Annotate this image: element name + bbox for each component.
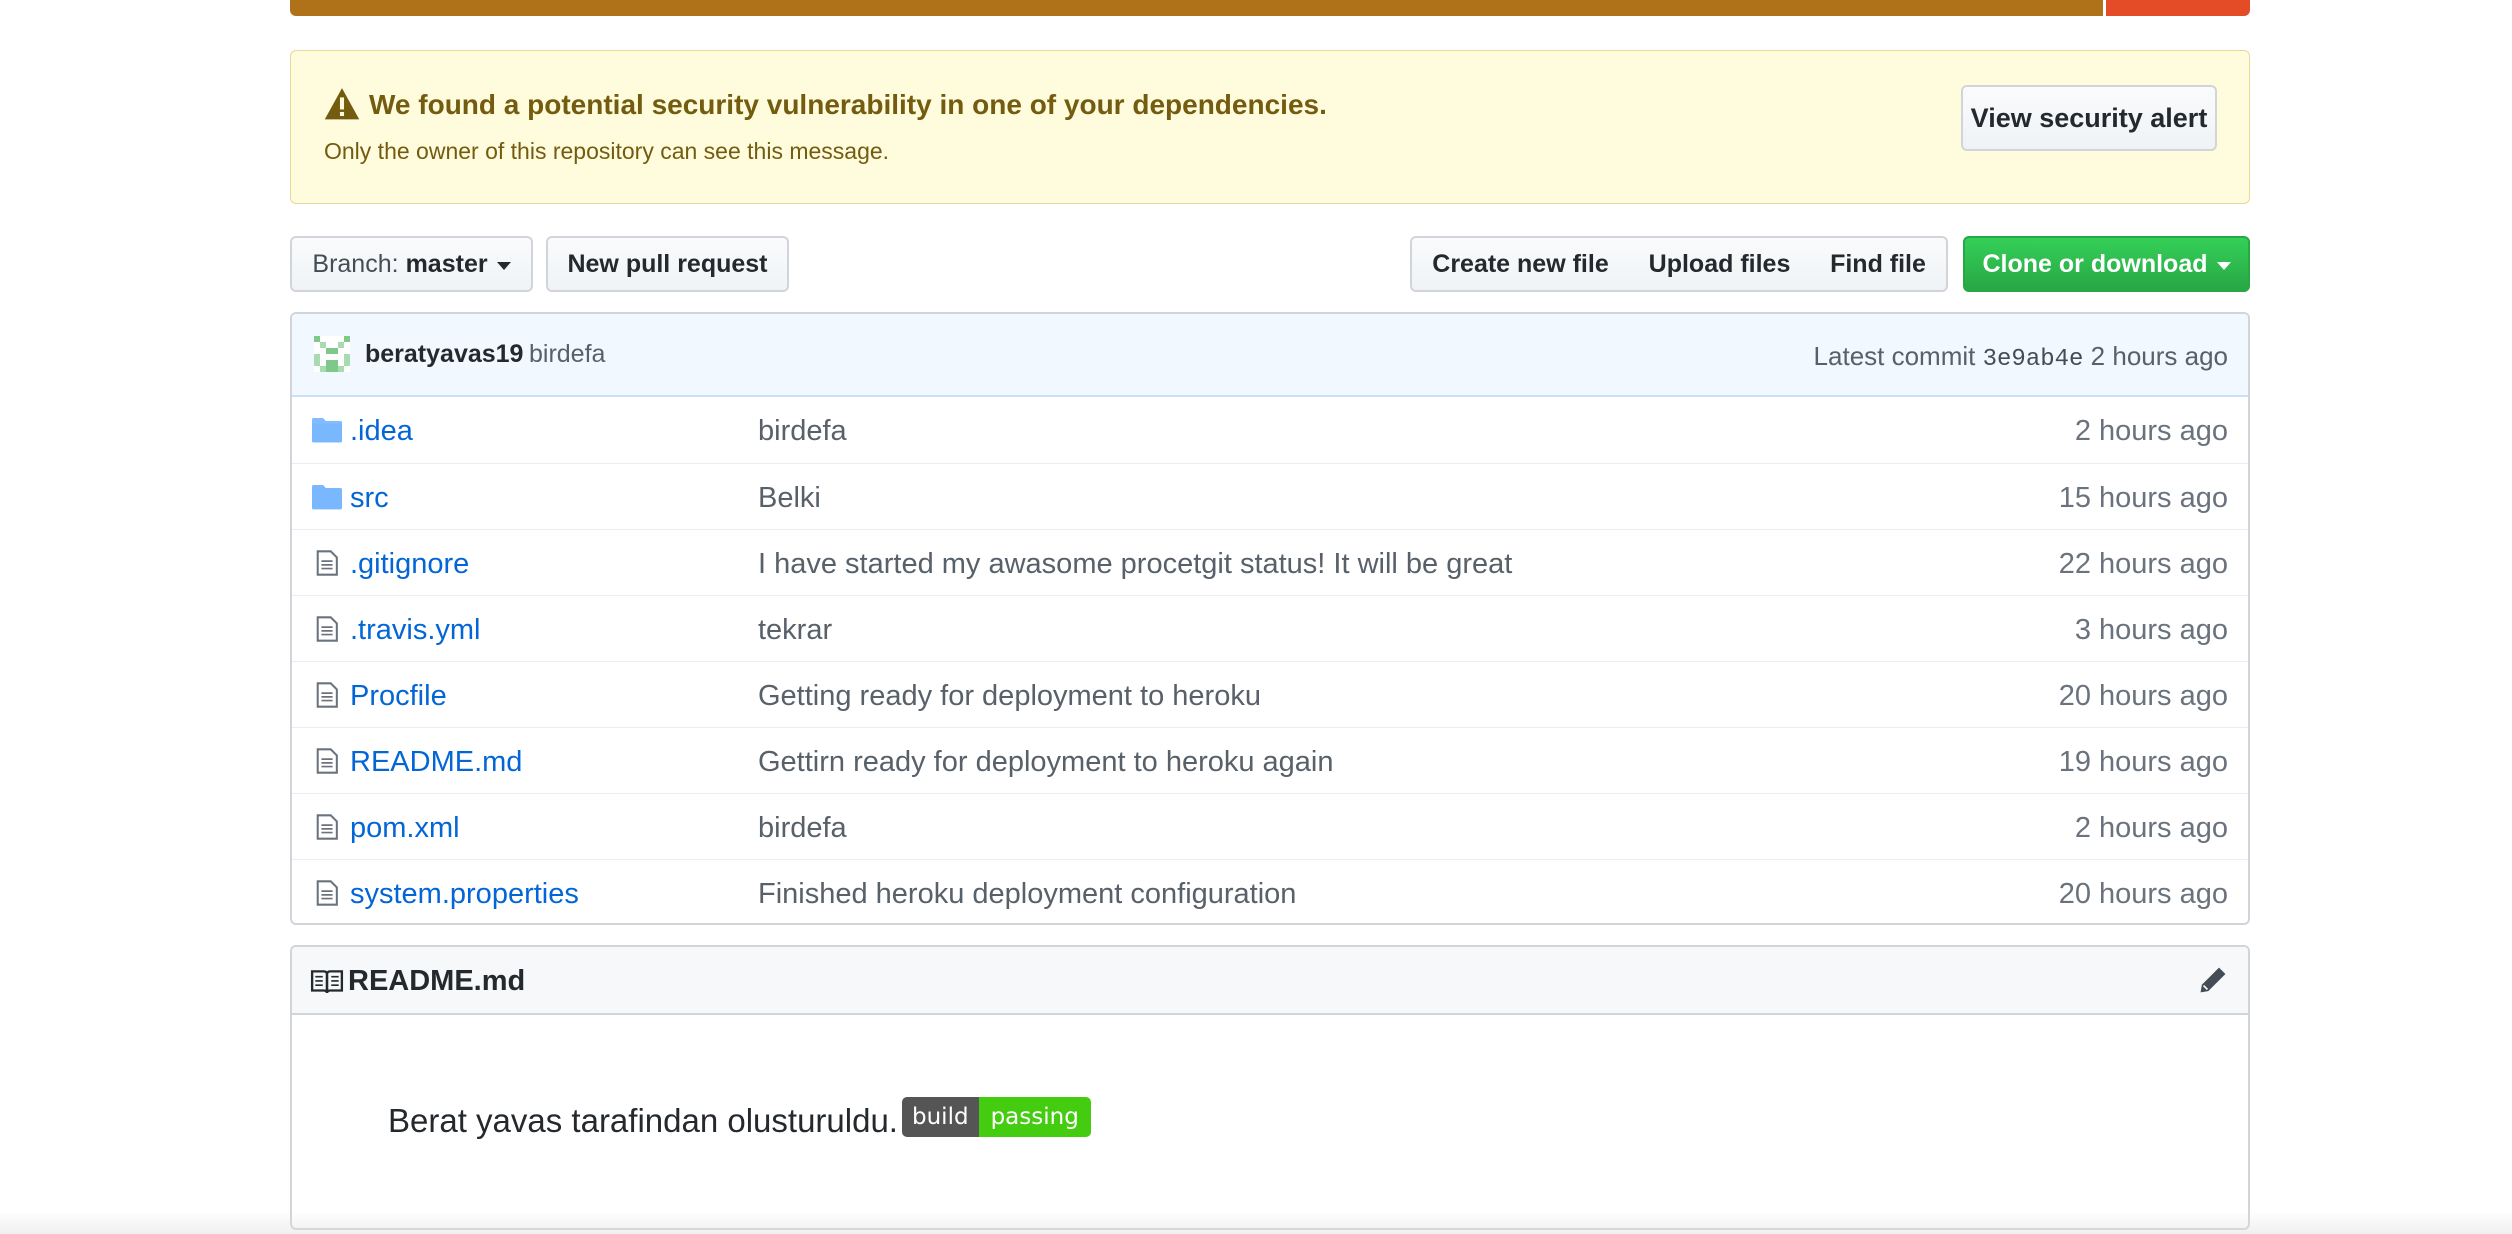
language-bar[interactable] [290, 0, 2250, 16]
alert-title: We found a potential security vulnerabil… [369, 89, 1327, 120]
file-commit-message-link[interactable]: birdefa [758, 415, 847, 448]
file-name-link[interactable]: .idea [350, 415, 413, 448]
file-icon [316, 814, 338, 840]
file-row: README.md Gettirn ready for deployment t… [292, 727, 2248, 793]
find-file-button[interactable]: Find file [1810, 236, 1948, 292]
file-icon [316, 748, 338, 774]
avatar[interactable] [314, 336, 350, 372]
badge-label: build [902, 1097, 979, 1137]
file-age: 15 hours ago [2058, 482, 2228, 514]
file-age: 2 hours ago [2074, 812, 2228, 844]
file-name-link[interactable]: src [350, 482, 389, 515]
file-commit-message-link[interactable]: I have started my awasome procetgit stat… [758, 548, 1512, 581]
caret-down-icon [496, 261, 511, 270]
build-status-badge[interactable]: build passing [902, 1097, 1091, 1137]
file-name-link[interactable]: pom.xml [350, 812, 460, 845]
view-security-alert-button[interactable]: View security alert [1961, 85, 2217, 151]
file-commit-message-link[interactable]: birdefa [758, 812, 847, 845]
file-row: src Belki 15 hours ago [292, 463, 2248, 529]
clone-or-download-button[interactable]: Clone or download [1963, 236, 2250, 292]
branch-value: master [405, 249, 488, 278]
language-segment-primary [290, 0, 2103, 16]
commit-sha-link[interactable]: 3e9ab4e [1983, 346, 2084, 373]
file-row: system.properties Finished heroku deploy… [292, 859, 2248, 923]
file-row: pom.xml birdefa 2 hours ago [292, 793, 2248, 859]
latest-commit-info: Latest commit 3e9ab4e 2 hours ago [1814, 341, 2228, 373]
language-segment-secondary [2106, 0, 2250, 16]
file-name-link[interactable]: Procfile [350, 680, 447, 713]
readme-header: README.md [292, 947, 2248, 1015]
file-commit-message-link[interactable]: Getting ready for deployment to heroku [758, 680, 1261, 713]
file-icon [316, 550, 338, 576]
security-alert-banner: We found a potential security vulnerabil… [290, 50, 2250, 204]
file-row: .idea birdefa 2 hours ago [292, 397, 2248, 463]
file-age: 22 hours ago [2058, 548, 2228, 580]
branch-label: Branch: [312, 249, 399, 278]
alert-triangle-icon [324, 88, 360, 120]
file-age: 20 hours ago [2058, 680, 2228, 712]
branch-select-button[interactable]: Branch: master [290, 236, 533, 292]
file-list: .idea birdefa 2 hours ago src Belki 15 h… [292, 397, 2248, 923]
file-age: 3 hours ago [2074, 614, 2228, 646]
folder-icon [312, 418, 342, 443]
file-age: 2 hours ago [2074, 415, 2228, 447]
file-row: Procfile Getting ready for deployment to… [292, 661, 2248, 727]
clone-or-download-label: Clone or download [1982, 249, 2208, 278]
book-icon [310, 970, 344, 994]
file-age: 20 hours ago [2058, 878, 2228, 910]
alert-subtitle: Only the owner of this repository can se… [324, 138, 890, 164]
file-commit-message-link[interactable]: Gettirn ready for deployment to heroku a… [758, 746, 1334, 779]
readme-panel: README.md Berat yavas tarafindan olustur… [290, 945, 2250, 1230]
latest-commit-bar: beratyavas19 birdefa Latest commit 3e9ab… [292, 314, 2248, 397]
commit-age: 2 hours ago [2090, 341, 2228, 371]
file-icon [316, 682, 338, 708]
file-name-link[interactable]: .gitignore [350, 548, 469, 581]
file-name-link[interactable]: .travis.yml [350, 614, 481, 647]
commit-author-link[interactable]: beratyavas19 [365, 340, 523, 369]
create-new-file-button[interactable]: Create new file [1410, 236, 1631, 292]
file-name-link[interactable]: system.properties [350, 878, 579, 911]
file-table: beratyavas19 birdefa Latest commit 3e9ab… [290, 312, 2250, 925]
readme-text: Berat yavas tarafindan olusturuldu. [388, 1102, 898, 1139]
caret-down-icon [2216, 261, 2231, 270]
latest-commit-label: Latest commit [1813, 341, 1976, 371]
file-row: .travis.yml tekrar 3 hours ago [292, 595, 2248, 661]
pencil-icon[interactable] [2198, 965, 2228, 995]
bottom-shade [0, 1212, 2512, 1234]
file-icon [316, 616, 338, 642]
new-pull-request-button[interactable]: New pull request [546, 236, 789, 292]
file-row: .gitignore I have started my awasome pro… [292, 529, 2248, 595]
file-name-link[interactable]: README.md [350, 746, 522, 779]
file-commit-message-link[interactable]: Finished heroku deployment configuration [758, 878, 1296, 911]
file-age: 19 hours ago [2058, 746, 2228, 778]
badge-status: passing [978, 1097, 1091, 1137]
file-commit-message-link[interactable]: tekrar [758, 614, 832, 647]
file-icon [316, 880, 338, 906]
upload-files-button[interactable]: Upload files [1629, 236, 1812, 292]
commit-message-link[interactable]: birdefa [529, 340, 605, 369]
readme-title: README.md [348, 965, 526, 997]
file-commit-message-link[interactable]: Belki [758, 482, 821, 515]
folder-icon [312, 485, 342, 510]
